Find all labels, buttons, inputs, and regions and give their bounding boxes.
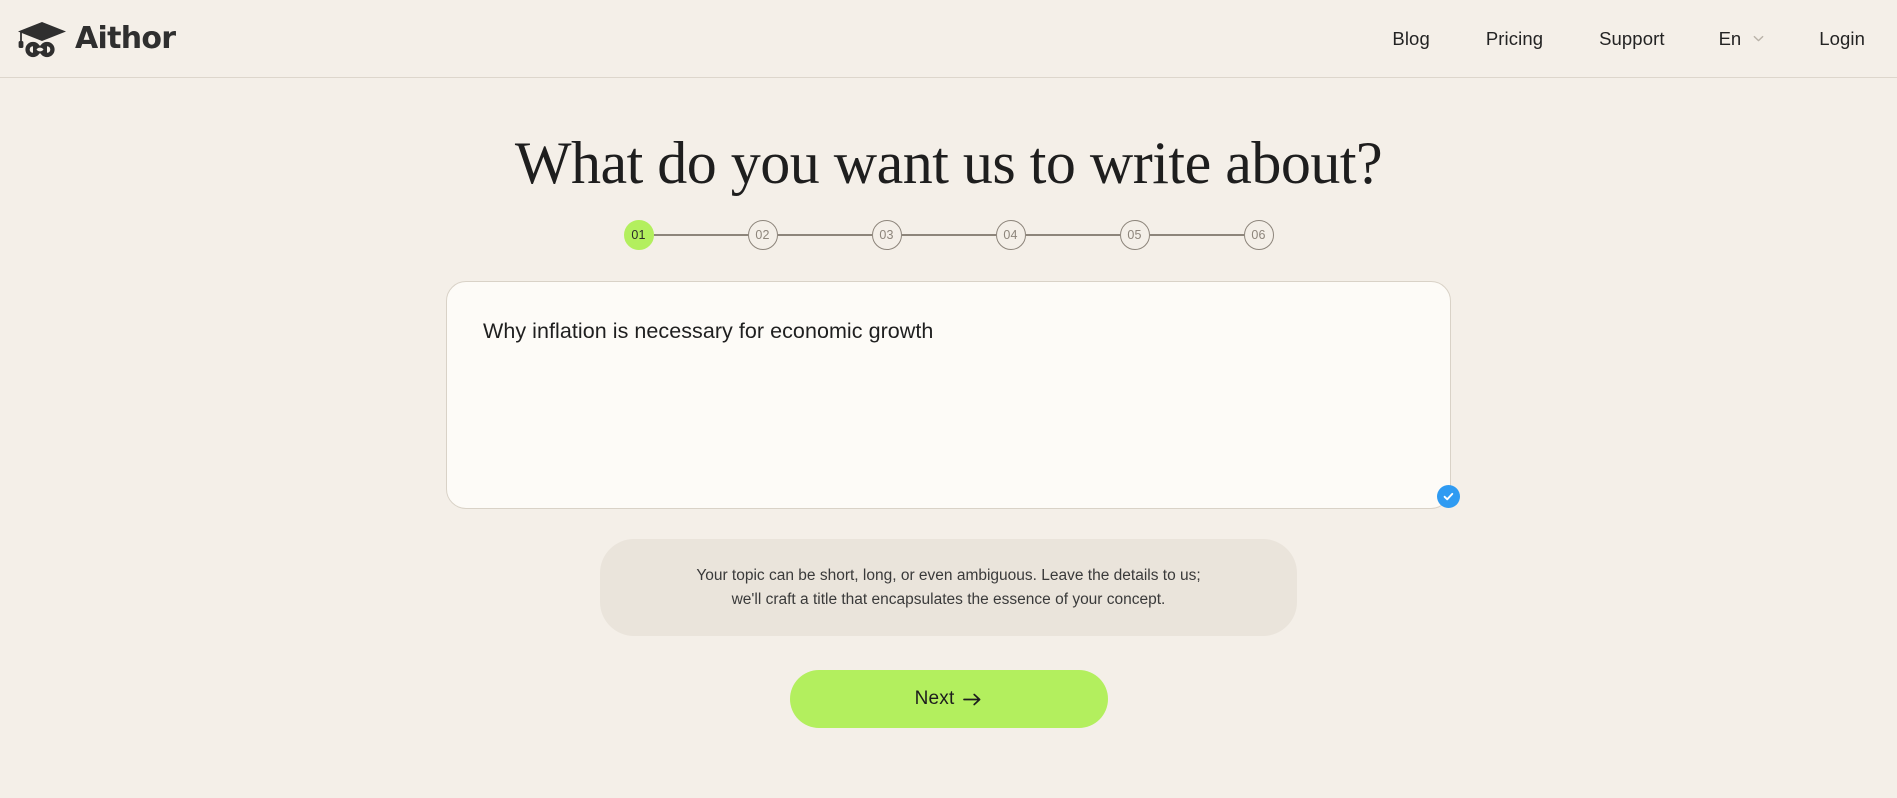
check-circle-icon[interactable] xyxy=(1437,485,1460,508)
nav-item-support[interactable]: Support xyxy=(1571,20,1693,58)
step-04[interactable]: 04 xyxy=(995,220,1026,250)
step-03[interactable]: 03 xyxy=(871,220,902,250)
language-value: En xyxy=(1718,27,1742,49)
hint-box: Your topic can be short, long, or even a… xyxy=(600,539,1297,637)
nav-item-pricing[interactable]: Pricing xyxy=(1458,20,1571,58)
step-connector xyxy=(653,234,748,236)
logo[interactable]: Aithor xyxy=(16,20,176,58)
step-02[interactable]: 02 xyxy=(747,220,778,250)
next-button-label: Next xyxy=(914,688,955,710)
step-05[interactable]: 05 xyxy=(1119,220,1150,250)
step-connector xyxy=(901,234,996,236)
nav-item-blog[interactable]: Blog xyxy=(1364,20,1457,58)
language-selector[interactable]: En xyxy=(1693,20,1792,58)
logo-text: Aithor xyxy=(75,20,176,56)
step-06[interactable]: 06 xyxy=(1243,220,1274,250)
chevron-down-icon xyxy=(1752,32,1765,45)
topic-input[interactable]: Why inflation is necessary for economic … xyxy=(483,316,1414,346)
login-link[interactable]: Login xyxy=(1791,20,1875,58)
step-connector xyxy=(1025,234,1120,236)
hint-line-2: we'll craft a title that encapsulates th… xyxy=(731,590,1166,608)
arrow-right-icon xyxy=(963,692,982,707)
next-button[interactable]: Next xyxy=(789,670,1108,729)
topic-input-card[interactable]: Why inflation is necessary for economic … xyxy=(446,281,1451,509)
main-navigation: Blog Pricing Support En Login xyxy=(1364,20,1875,58)
main-content: What do you want us to write about? 01 0… xyxy=(0,78,1897,729)
step-01[interactable]: 01 xyxy=(623,220,654,250)
progress-stepper: 01 02 03 04 05 06 xyxy=(623,220,1274,250)
graduation-cap-infinity-icon xyxy=(16,20,68,58)
hint-line-1: Your topic can be short, long, or even a… xyxy=(696,567,1201,584)
site-header: Aithor Blog Pricing Support En Login xyxy=(0,0,1897,78)
step-connector xyxy=(1149,234,1244,236)
step-connector xyxy=(777,234,872,236)
topic-card-wrapper: Why inflation is necessary for economic … xyxy=(446,281,1460,509)
page-title: What do you want us to write about? xyxy=(514,130,1383,196)
